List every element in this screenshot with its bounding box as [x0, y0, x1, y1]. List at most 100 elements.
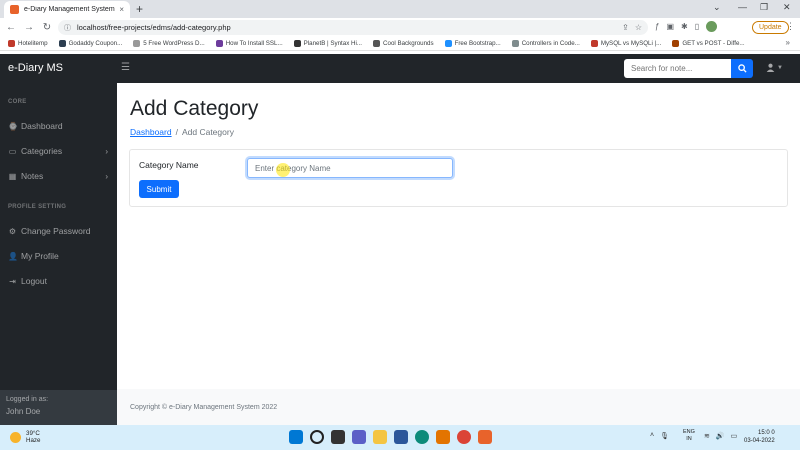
bookmark-item[interactable]: Cool Backgrounds	[373, 40, 434, 47]
window-chevron-down-icon[interactable]: ⌄	[713, 2, 721, 13]
bookmark-item[interactable]: Hotelitemp	[8, 40, 48, 47]
search-input[interactable]	[624, 59, 731, 78]
bookmark-item[interactable]: 5 Free WordPress D...	[133, 40, 205, 47]
sidebar-heading-core: CORE	[8, 99, 27, 105]
gear-icon: ⚙	[8, 226, 17, 236]
sidebar-item-label: Notes	[21, 171, 44, 181]
close-tab-icon[interactable]: ×	[119, 5, 124, 14]
breadcrumb-link-dashboard[interactable]: Dashboard	[130, 127, 172, 137]
bookmark-favicon-icon	[8, 40, 15, 47]
reload-icon[interactable]: ↻	[38, 22, 56, 33]
bookmark-item[interactable]: Free Bootstrap...	[444, 40, 501, 47]
file-explorer-icon[interactable]	[373, 430, 387, 444]
bookmark-item[interactable]: MySQL vs MySQLi |...	[590, 40, 661, 47]
microphone-icon[interactable]: 🎙	[660, 432, 669, 440]
edge-browser-icon[interactable]	[415, 430, 429, 444]
bookmark-favicon-icon	[215, 40, 223, 47]
hamburger-menu-icon[interactable]: ☰	[121, 62, 130, 73]
copyright-text: Copyright © e-Diary Management System 20…	[130, 404, 278, 411]
minimize-icon[interactable]: —	[738, 2, 747, 12]
chevron-up-icon[interactable]: ˄	[650, 432, 654, 440]
profile-avatar-icon[interactable]	[706, 21, 718, 32]
submit-button[interactable]: Submit	[139, 180, 179, 198]
logged-in-label: Logged in as:	[6, 396, 49, 403]
sidebar-item-change-password[interactable]: ⚙ Change Password	[8, 226, 112, 236]
breadcrumb: Dashboard / Add Category	[130, 127, 234, 137]
task-view-icon[interactable]	[331, 430, 345, 444]
chrome-icon[interactable]	[457, 430, 471, 444]
browser-tab[interactable]: e-Diary Management System ×	[4, 1, 130, 18]
update-button[interactable]: Update	[752, 21, 789, 34]
bookmark-item[interactable]: Godaddy Coupon...	[58, 40, 122, 47]
search-icon[interactable]	[310, 430, 324, 444]
bookmark-favicon-icon	[58, 40, 66, 47]
bookmark-item[interactable]: GET vs POST - Diffe...	[672, 40, 745, 47]
more-bookmarks-icon[interactable]: »	[786, 38, 790, 47]
system-clock[interactable]: 15:0 0 03-04-2022	[744, 429, 775, 445]
bookmark-label: How To Install SSL...	[225, 40, 283, 47]
sidebar-item-categories[interactable]: ▭ Categories ›	[8, 146, 112, 156]
speaker-icon[interactable]: 🔊	[716, 432, 725, 440]
sidebar: CORE ⌚ Dashboard ▭ Categories › ▦ Notes …	[0, 83, 117, 425]
sidebar-item-my-profile[interactable]: 👤 My Profile	[8, 251, 112, 261]
sidebar-heading-profile: PROFILE SETTING	[8, 204, 67, 210]
site-info-icon[interactable]: ⓘ	[64, 23, 71, 33]
sidebar-item-logout[interactable]: ⇥ Logout	[8, 276, 112, 286]
tab-title: e-Diary Management System	[24, 6, 115, 13]
sun-icon	[10, 431, 21, 443]
bookmark-favicon-icon	[511, 40, 519, 47]
language-indicator[interactable]: ENG IN	[683, 429, 695, 443]
windows-start-icon[interactable]	[289, 430, 303, 444]
back-arrow-icon[interactable]: ←	[2, 22, 20, 33]
new-tab-button[interactable]: +	[136, 2, 143, 16]
top-navbar: e-Diary MS ☰ ▼	[0, 54, 800, 83]
bookmark-item[interactable]: How To Install SSL...	[215, 40, 283, 47]
dashboard-icon: ⌚	[8, 121, 18, 131]
sidebar-item-dashboard[interactable]: ⌚ Dashboard	[8, 121, 112, 131]
formula-extension-icon[interactable]: ƒ	[655, 22, 659, 31]
caret-down-icon: ▼	[777, 64, 783, 71]
address-bar[interactable]: ⓘ localhost/free-projects/edms/add-categ…	[58, 20, 648, 35]
new-extension-icon[interactable]: ▣	[666, 22, 674, 31]
url-text: localhost/free-projects/edms/add-categor…	[77, 23, 231, 32]
clock-time: 15:0 0	[758, 430, 775, 436]
bookmark-star-icon[interactable]: ☆	[635, 23, 642, 32]
bookmark-item[interactable]: PlanetB | Syntax Hi...	[293, 40, 362, 47]
brand-logo-text[interactable]: e-Diary MS	[8, 62, 63, 74]
user-menu-button[interactable]: ▼	[766, 63, 783, 72]
sidebar-item-label: Logout	[21, 276, 47, 286]
user-icon: 👤	[8, 251, 18, 261]
search-button[interactable]	[731, 59, 753, 78]
bookmark-favicon-icon	[133, 40, 141, 47]
sublime-text-icon[interactable]	[436, 430, 450, 444]
bookmark-label: GET vs POST - Diffe...	[682, 40, 745, 47]
sidebar-item-notes[interactable]: ▦ Notes ›	[8, 171, 112, 181]
os-taskbar: 39°C Haze ˄ 🎙 ENG IN ≋ 🔊 ▭ 15:0 0 03-04-…	[0, 425, 800, 450]
battery-icon[interactable]: ▭	[731, 432, 738, 440]
extension-icons: ƒ ▣ ✱ ▯	[655, 21, 718, 32]
close-window-icon[interactable]: ✕	[783, 2, 791, 13]
puzzle-extensions-icon[interactable]: ✱	[681, 22, 688, 31]
maximize-icon[interactable]: ❐	[760, 2, 768, 13]
side-panel-icon[interactable]: ▯	[695, 22, 699, 31]
teams-chat-icon[interactable]	[352, 430, 366, 444]
bookmark-label: Hotelitemp	[18, 40, 48, 47]
notes-icon: ▦	[8, 171, 17, 181]
browser-toolbar: ← → ↻ ⓘ localhost/free-projects/edms/add…	[0, 18, 800, 37]
wifi-icon[interactable]: ≋	[704, 432, 710, 440]
browser-menu-icon[interactable]: ⋮	[786, 21, 795, 32]
xampp-icon[interactable]	[478, 430, 492, 444]
bookmark-favicon-icon	[672, 40, 680, 47]
main-content: Add Category Dashboard / Add Category Ca…	[117, 83, 800, 425]
vs-code-icon[interactable]	[394, 430, 408, 444]
forward-arrow-icon[interactable]: →	[20, 22, 38, 33]
weather-widget[interactable]: 39°C Haze	[10, 430, 40, 444]
breadcrumb-current: Add Category	[181, 127, 234, 137]
logged-in-user: John Doe	[6, 407, 41, 416]
sidebar-item-label: Dashboard	[21, 121, 63, 131]
share-icon[interactable]: ⇪	[622, 23, 629, 32]
chevron-right-icon: ›	[105, 146, 108, 156]
bookmark-label: Free Bootstrap...	[454, 40, 501, 47]
sidebar-item-label: Categories	[21, 146, 63, 156]
bookmark-item[interactable]: Controllers in Code...	[511, 40, 580, 47]
